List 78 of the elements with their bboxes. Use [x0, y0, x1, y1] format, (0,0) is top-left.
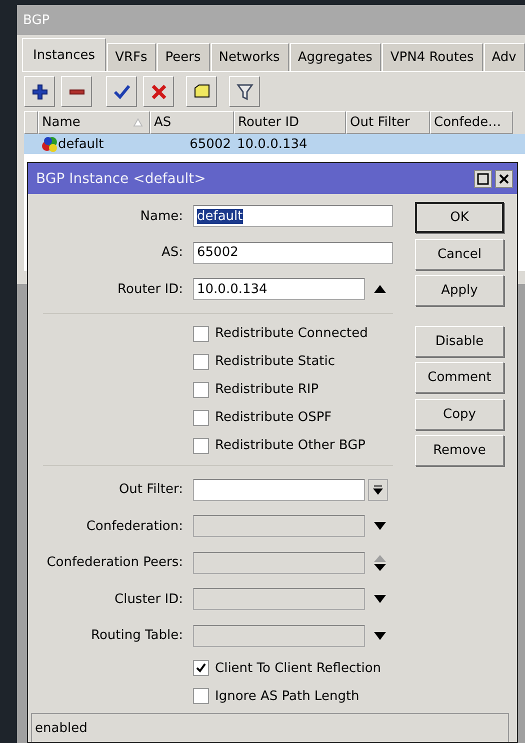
checkbox[interactable]	[193, 438, 209, 454]
table-row[interactable]: default 65002 10.0.0.134	[24, 134, 525, 154]
note-icon	[192, 82, 210, 100]
tab[interactable]: VRFs	[107, 43, 156, 71]
window-title: BGP	[23, 12, 50, 28]
dialog-button[interactable]: Cancel	[415, 238, 504, 270]
dialog-button[interactable]: Remove	[415, 435, 504, 466]
checkbox-label[interactable]: Redistribute OSPF	[215, 410, 332, 425]
tab[interactable]: Adv	[484, 43, 525, 71]
checkbox[interactable]	[193, 354, 209, 370]
checkbox[interactable]	[193, 660, 209, 676]
add-icon	[30, 82, 48, 100]
table-cell-text: 10.0.0.134	[236, 136, 308, 154]
close-icon	[498, 172, 510, 184]
dropdown-button[interactable]	[368, 478, 388, 501]
tab[interactable]: Aggregates	[290, 43, 382, 71]
input-field[interactable]: 10.0.0.134	[193, 278, 365, 300]
checkbox-label[interactable]: Redistribute Connected	[215, 326, 368, 341]
checkbox[interactable]	[193, 326, 209, 342]
dialog-button[interactable]: Copy	[415, 398, 504, 430]
header-corner	[24, 111, 38, 134]
collapse-arrow-icon[interactable]	[373, 284, 387, 294]
cross-icon	[150, 82, 168, 100]
filter-icon	[236, 82, 254, 100]
input-field[interactable]: default	[193, 205, 393, 228]
dialog-button[interactable]: OK	[415, 202, 504, 233]
column-header[interactable]: AS	[150, 111, 234, 134]
status-bar: enabled	[31, 713, 509, 742]
column-header[interactable]: Out Filter	[346, 111, 430, 134]
checkbox-label[interactable]: Redistribute Other BGP	[215, 438, 366, 453]
cross-button[interactable]	[143, 76, 174, 107]
checkbox-label[interactable]: Client To Client Reflection	[215, 660, 382, 676]
checkbox[interactable]	[193, 688, 209, 704]
table-cell-text: default	[58, 136, 105, 154]
maximize-icon	[477, 172, 489, 184]
up-down-arrow-icon[interactable]	[373, 554, 387, 572]
puzzle-icon	[41, 136, 58, 152]
checkbox[interactable]	[193, 382, 209, 398]
close-button[interactable]	[495, 170, 513, 188]
field-label: Router ID:	[116, 280, 183, 299]
dropdown-arrow-icon[interactable]	[373, 630, 387, 641]
field-label: Confederation:	[85, 518, 183, 536]
tab[interactable]: VPN4 Routes	[382, 43, 483, 71]
dropdown-field[interactable]	[193, 478, 365, 501]
tab[interactable]: Peers	[157, 43, 210, 71]
field-label: Confederation Peers:	[46, 554, 183, 572]
input-field[interactable]: 65002	[193, 242, 393, 264]
dialog-button[interactable]: Apply	[415, 275, 504, 306]
dialog-button[interactable]: Comment	[415, 362, 504, 393]
dropdown-arrow-icon[interactable]	[373, 594, 387, 604]
table-cell-text: 65002	[188, 136, 232, 154]
field-label: Out Filter:	[118, 481, 183, 500]
remove-icon	[68, 88, 86, 96]
field-label: Routing Table:	[90, 627, 183, 646]
checkbox-label[interactable]: Redistribute Static	[215, 354, 336, 369]
dialog-title: BGP Instance <default>	[36, 170, 207, 186]
remove-button[interactable]	[61, 76, 92, 107]
note-button[interactable]	[186, 76, 217, 107]
checkbox[interactable]	[193, 410, 209, 426]
tab[interactable]: Networks	[210, 43, 289, 71]
maximize-button[interactable]	[474, 170, 492, 188]
dropdown-arrow-icon[interactable]	[373, 521, 387, 532]
tab[interactable]: Instances	[22, 38, 106, 71]
filter-button[interactable]	[229, 76, 260, 107]
add-button[interactable]	[24, 76, 55, 107]
down-arrow-icon	[373, 484, 383, 495]
dialog-button[interactable]: Disable	[415, 326, 504, 356]
checkbox-label[interactable]: Ignore AS Path Length	[215, 688, 360, 704]
check-button[interactable]	[106, 76, 137, 107]
check-icon	[112, 82, 130, 100]
field-label: Name:	[139, 208, 183, 226]
field-label: AS:	[160, 244, 183, 262]
field-label: Cluster ID:	[114, 590, 183, 609]
column-header[interactable]: Confede…	[430, 111, 513, 134]
column-header[interactable]: Name	[38, 111, 150, 134]
checkbox-label[interactable]: Redistribute RIP	[215, 382, 319, 397]
sort-arrow-icon	[133, 118, 143, 127]
column-header[interactable]: Router ID	[234, 111, 346, 134]
